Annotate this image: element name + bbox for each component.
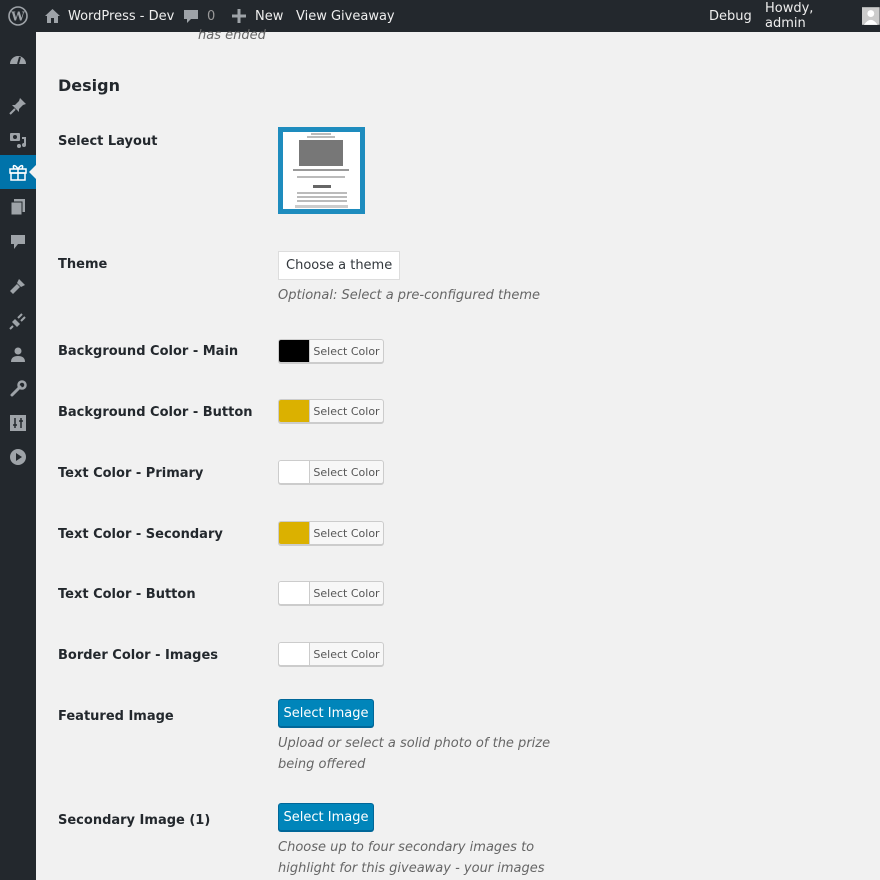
theme-label: Theme <box>58 257 108 272</box>
sidebar-item-settings[interactable] <box>0 406 36 440</box>
color-picker-text-button[interactable]: Select Color <box>278 581 384 605</box>
select-color-label: Select Color <box>313 526 380 540</box>
plugins-icon <box>9 313 26 330</box>
sidebar-item-users[interactable] <box>0 338 36 372</box>
pages-icon <box>10 199 25 216</box>
sidebar-item-plugins[interactable] <box>0 304 36 338</box>
comments-count: 0 <box>207 8 216 24</box>
color-picker-border-images[interactable]: Select Color <box>278 642 384 666</box>
secondary-select-image-button[interactable]: Select Image <box>278 803 374 831</box>
svg-text:W: W <box>10 10 25 24</box>
debug-link[interactable]: Debug <box>709 0 752 32</box>
main-content: has ended Design Select Layout Theme Cho… <box>36 28 880 880</box>
sidebar-item-posts[interactable] <box>0 89 36 123</box>
users-icon <box>11 347 25 362</box>
select-color-label: Select Color <box>313 404 380 418</box>
sidebar-item-dashboard[interactable] <box>0 43 36 77</box>
color-label-bg-button: Background Color - Button <box>58 405 253 420</box>
select-color-label: Select Color <box>313 344 380 358</box>
appearance-icon <box>10 279 25 294</box>
color-label-text-primary: Text Color - Primary <box>58 466 204 481</box>
select-layout-label: Select Layout <box>58 134 158 149</box>
media-icon <box>10 133 26 148</box>
view-giveaway-link[interactable]: View Giveaway <box>296 0 395 32</box>
color-swatch <box>279 461 310 483</box>
select-color-label: Select Color <box>313 647 380 661</box>
color-picker-bg-button[interactable]: Select Color <box>278 399 384 423</box>
featured-select-image-button[interactable]: Select Image <box>278 699 374 727</box>
featured-image-label: Featured Image <box>58 709 174 724</box>
color-label-bg-main: Background Color - Main <box>58 344 239 359</box>
color-label-border-images: Border Color - Images <box>58 648 219 663</box>
color-picker-text-primary[interactable]: Select Color <box>278 460 384 484</box>
select-color-label: Select Color <box>313 586 380 600</box>
sidebar-item-pages[interactable] <box>0 190 36 224</box>
ended-description: has ended <box>198 28 266 43</box>
color-picker-bg-main[interactable]: Select Color <box>278 339 384 363</box>
color-swatch <box>279 522 310 544</box>
dashboard-icon <box>10 56 26 65</box>
color-swatch <box>279 582 310 604</box>
choose-theme-select[interactable]: Choose a theme <box>278 251 401 280</box>
color-swatch <box>279 340 310 362</box>
howdy-label: Howdy, admin <box>765 1 814 31</box>
sidebar-item-giveaways[interactable] <box>0 155 36 189</box>
color-label-text-button: Text Color - Button <box>58 587 196 602</box>
layout-preview-image <box>299 140 343 166</box>
new-label: New <box>255 8 284 24</box>
site-name-link[interactable]: WordPress - Dev <box>44 0 174 32</box>
color-label-text-secondary: Text Color - Secondary <box>58 527 223 542</box>
plus-icon <box>232 9 246 23</box>
admin-sidebar <box>0 32 36 880</box>
comment-icon <box>184 9 198 23</box>
color-picker-text-secondary[interactable]: Select Color <box>278 521 384 545</box>
comments-icon <box>11 235 25 249</box>
secondary-image-description: Choose up to four secondary images to hi… <box>278 840 545 876</box>
color-swatch <box>279 400 310 422</box>
sidebar-item-tools[interactable] <box>0 372 36 406</box>
home-icon <box>45 9 60 23</box>
tools-icon <box>10 380 27 397</box>
settings-icon <box>10 415 26 431</box>
my-account-link[interactable]: Howdy, admin <box>765 0 880 32</box>
wp-logo-button[interactable]: W <box>8 0 28 32</box>
color-swatch <box>279 643 310 665</box>
sidebar-item-comments[interactable] <box>0 225 36 259</box>
featured-image-description: Upload or select a solid photo of the pr… <box>278 736 551 772</box>
layout-option-selected[interactable] <box>278 127 365 214</box>
admin-bar: W WordPress - Dev 0 New View Giveaway De… <box>0 0 880 32</box>
avatar-icon <box>862 7 880 25</box>
gift-icon <box>9 164 27 181</box>
sidebar-item-media[interactable] <box>0 123 36 157</box>
pin-icon <box>9 98 26 115</box>
sidebar-item-collapse[interactable] <box>0 440 36 474</box>
section-title-design: Design <box>58 76 120 95</box>
wordpress-logo-icon: W <box>8 6 28 26</box>
select-color-label: Select Color <box>313 465 380 479</box>
theme-description: Optional: Select a pre-configured theme <box>278 288 541 303</box>
secondary-image-label: Secondary Image (1) <box>58 813 211 828</box>
sidebar-item-appearance[interactable] <box>0 269 36 303</box>
collapse-play-icon <box>10 449 26 465</box>
site-name: WordPress - Dev <box>68 8 175 24</box>
